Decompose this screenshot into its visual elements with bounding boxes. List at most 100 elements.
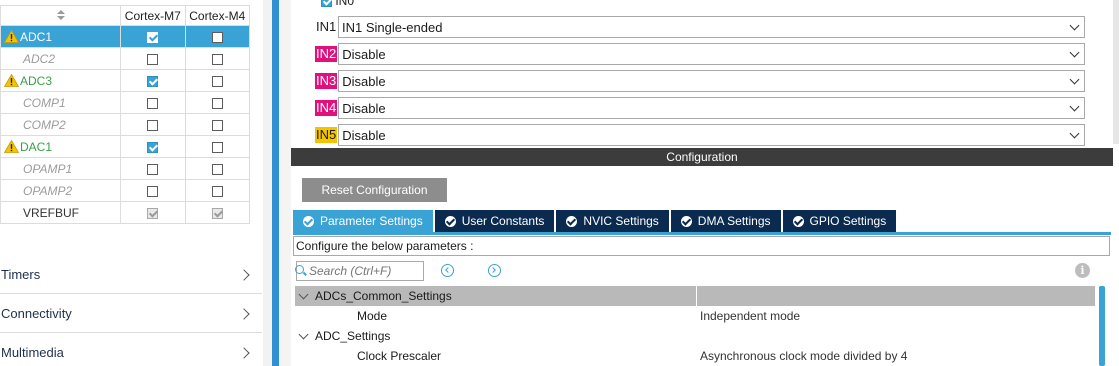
m7-cell[interactable] — [120, 91, 186, 114]
parameter-row[interactable]: Clock Prescaler Asynchronous clock mode d… — [295, 346, 1095, 366]
tab-nvic-settings[interactable]: NVIC Settings — [556, 210, 669, 232]
m4-cell[interactable] — [184, 201, 251, 224]
cortex-m4-checkbox[interactable] — [211, 119, 223, 131]
parameter-group-row[interactable]: ADCs_Common_Settings — [295, 286, 1095, 306]
peripheral-name: ADC1 — [20, 29, 53, 44]
peripheral-name: COMP2 — [23, 117, 66, 132]
peripheral-name-cell[interactable]: OPAMP1 — [0, 157, 122, 180]
m4-cell[interactable] — [184, 69, 251, 92]
peripheral-name: DAC1 — [20, 139, 53, 154]
m4-cell[interactable] — [184, 47, 251, 70]
peripheral-name-cell[interactable]: DAC1 — [0, 135, 122, 158]
parameters-description: Configure the below parameters : — [293, 236, 1110, 256]
mode-select[interactable]: Disable — [338, 97, 1085, 119]
peripheral-row-adc1[interactable]: ADC1 — [0, 25, 251, 48]
cortex-m7-checkbox[interactable] — [147, 53, 159, 65]
column-header-m4[interactable]: Cortex-M4 — [184, 5, 251, 26]
parameter-key: ADC_Settings — [315, 329, 391, 343]
peripheral-name-cell[interactable]: ADC1 — [0, 25, 122, 48]
collapse-chevron-icon[interactable] — [298, 289, 309, 300]
m4-cell[interactable] — [184, 157, 251, 180]
in0-checkbox[interactable] — [321, 0, 332, 8]
cortex-m4-checkbox[interactable] — [211, 53, 223, 65]
next-match-icon[interactable] — [488, 264, 501, 277]
m7-cell[interactable] — [120, 179, 186, 202]
cortex-m4-checkbox[interactable] — [211, 97, 223, 109]
mode-row-in1: IN1 IN1 Single-ended — [315, 16, 1085, 38]
m7-cell[interactable] — [120, 47, 186, 70]
mode-select[interactable]: Disable — [338, 70, 1085, 92]
previous-match-icon[interactable] — [441, 264, 454, 277]
cortex-m4-checkbox[interactable] — [211, 31, 223, 43]
cortex-m7-checkbox[interactable] — [147, 163, 159, 175]
warning-icon — [3, 29, 20, 44]
mode-panel-scrollbar[interactable] — [1113, 0, 1119, 144]
mode-select[interactable]: IN1 Single-ended — [338, 16, 1085, 38]
peripheral-name-cell[interactable]: COMP1 — [0, 91, 122, 114]
cortex-m4-checkbox[interactable] — [211, 185, 223, 197]
parameter-group-row[interactable]: ADC_Settings — [295, 326, 1095, 346]
splitter-gutter — [263, 0, 272, 366]
cortex-m4-checkbox[interactable] — [211, 163, 223, 175]
chevron-right-icon — [238, 268, 250, 281]
cortex-m7-checkbox[interactable] — [147, 185, 159, 197]
cortex-m7-checkbox[interactable] — [147, 31, 159, 43]
m7-cell[interactable] — [120, 113, 186, 136]
category-timers[interactable]: Timers — [0, 256, 262, 294]
peripheral-row-adc2[interactable]: ADC2 — [0, 47, 251, 70]
m7-cell[interactable] — [120, 135, 186, 158]
tab-user-constants[interactable]: User Constants — [434, 210, 555, 232]
m4-cell[interactable] — [184, 91, 251, 114]
peripheral-name-cell[interactable]: ADC3 — [0, 69, 122, 92]
search-box[interactable] — [295, 261, 424, 281]
in0-label: IN0 — [335, 0, 355, 8]
peripheral-name-cell[interactable]: OPAMP2 — [0, 179, 122, 202]
category-connectivity[interactable]: Connectivity — [0, 295, 262, 333]
peripheral-row-comp1[interactable]: COMP1 — [0, 91, 251, 114]
cortex-m7-checkbox[interactable] — [147, 75, 159, 87]
m4-cell[interactable] — [184, 135, 251, 158]
peripheral-row-opamp1[interactable]: OPAMP1 — [0, 157, 251, 180]
mode-select[interactable]: Disable — [338, 43, 1085, 65]
cortex-m4-checkbox[interactable] — [211, 141, 223, 153]
cortex-m7-checkbox[interactable] — [147, 97, 159, 109]
in0-row[interactable]: IN0 — [321, 0, 354, 8]
cortex-m7-checkbox[interactable] — [147, 119, 159, 131]
tab-gpio-settings[interactable]: GPIO Settings — [782, 210, 897, 232]
mode-row-in5: IN5 Disable — [315, 124, 1085, 146]
m7-cell[interactable] — [120, 69, 186, 92]
peripheral-name-cell[interactable]: VREFBUF — [0, 201, 122, 224]
peripheral-name-cell[interactable]: COMP2 — [0, 113, 122, 136]
m7-cell[interactable] — [120, 201, 186, 224]
tab-dma-settings[interactable]: DMA Settings — [670, 210, 781, 232]
m4-cell[interactable] — [184, 179, 251, 202]
peripheral-row-dac1[interactable]: DAC1 — [0, 135, 251, 158]
peripheral-row-comp2[interactable]: COMP2 — [0, 113, 251, 136]
peripheral-row-opamp2[interactable]: OPAMP2 — [0, 179, 251, 202]
collapse-chevron-icon[interactable] — [298, 329, 309, 340]
column-header-m7[interactable]: Cortex-M7 — [120, 5, 186, 26]
peripheral-row-vrefbuf[interactable]: VREFBUF — [0, 201, 251, 224]
peripheral-row-adc3[interactable]: ADC3 — [0, 69, 251, 92]
parameter-row[interactable]: Mode Independent mode — [295, 306, 1095, 326]
check-circle-icon — [303, 215, 314, 227]
m7-cell[interactable] — [120, 157, 186, 180]
search-input[interactable] — [309, 264, 417, 278]
m4-cell[interactable] — [184, 113, 251, 136]
sort-column-header[interactable] — [0, 5, 122, 26]
peripheral-name-cell[interactable]: ADC2 — [0, 47, 122, 70]
cortex-m7-checkbox[interactable] — [147, 207, 159, 219]
mode-select[interactable]: Disable — [338, 124, 1085, 146]
splitter-handle[interactable] — [272, 0, 279, 366]
cortex-m4-checkbox[interactable] — [211, 207, 223, 219]
parameter-tree-scrollbar[interactable] — [1099, 286, 1105, 366]
category-multimedia[interactable]: Multimedia — [0, 334, 262, 366]
check-circle-icon — [444, 215, 456, 227]
m4-cell[interactable] — [184, 25, 251, 48]
cortex-m7-checkbox[interactable] — [147, 141, 159, 153]
m7-cell[interactable] — [120, 25, 186, 48]
reset-configuration-button[interactable]: Reset Configuration — [302, 178, 447, 202]
cortex-m4-checkbox[interactable] — [211, 75, 223, 87]
tab-parameter-settings[interactable]: Parameter Settings — [293, 210, 433, 232]
info-icon[interactable]: i — [1075, 263, 1090, 278]
